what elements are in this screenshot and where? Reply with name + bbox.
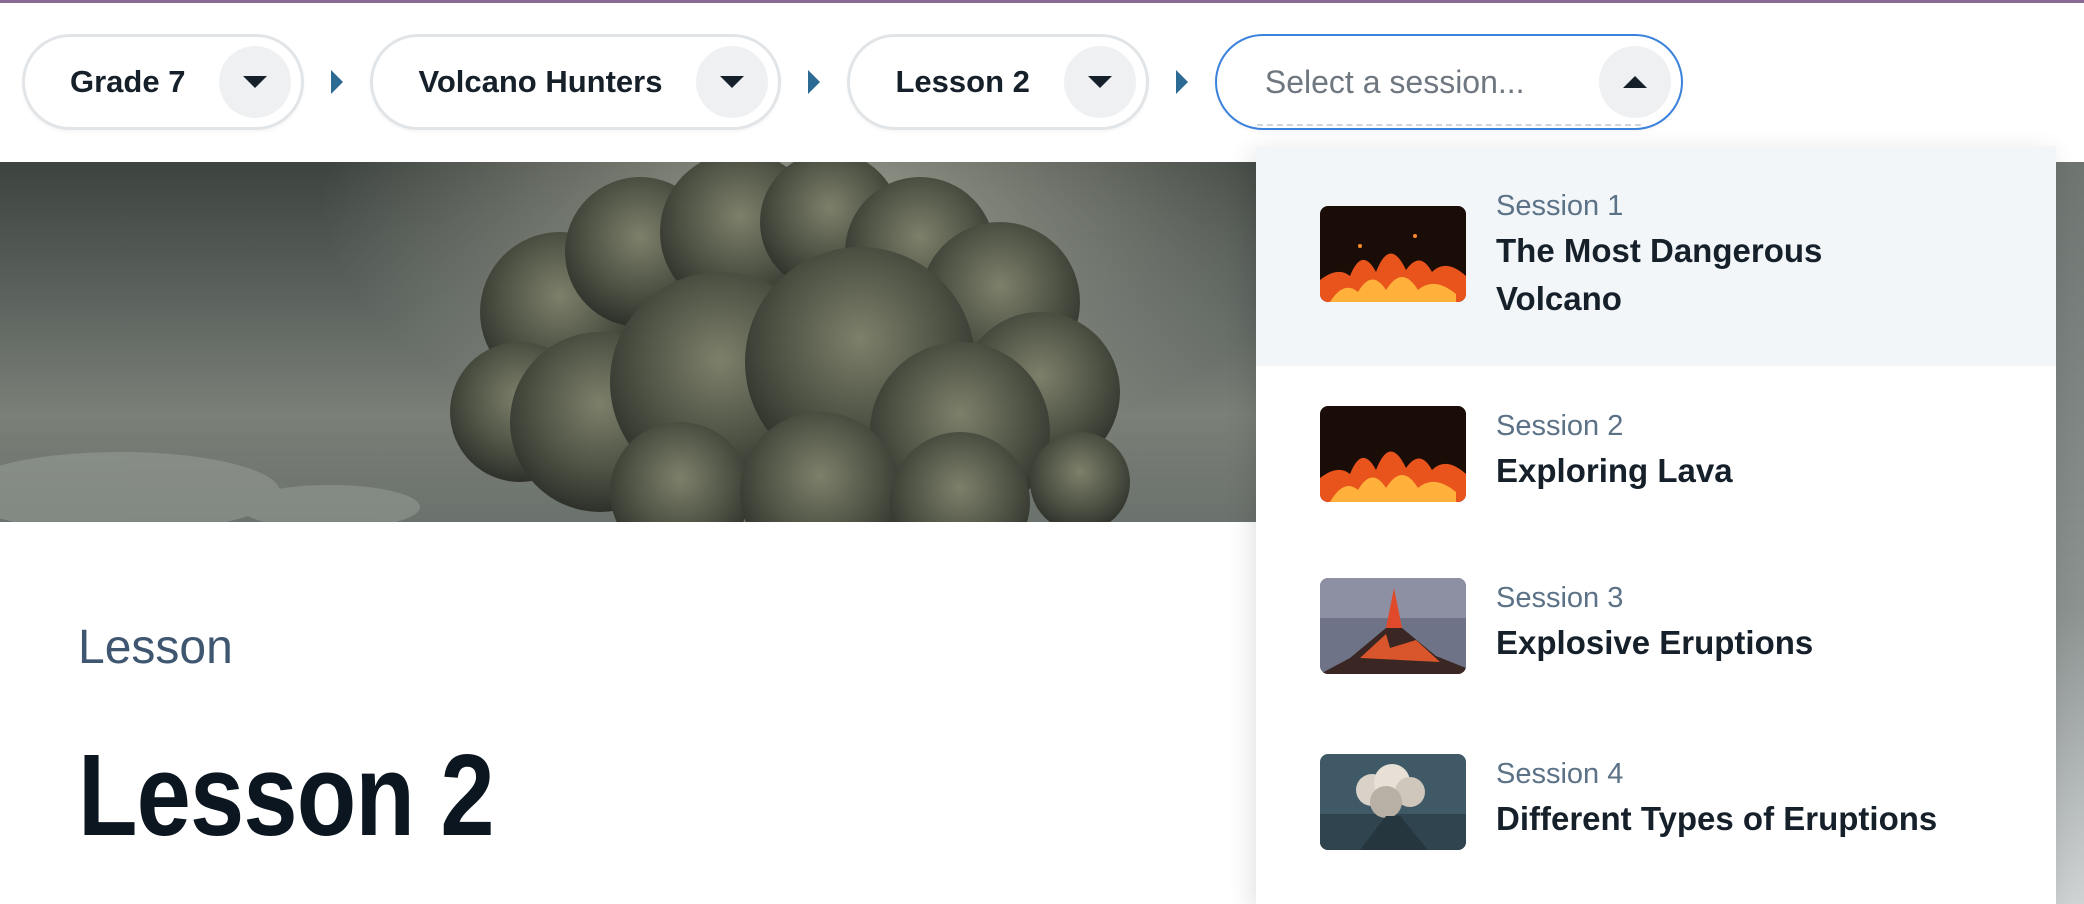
lesson-selector[interactable]: Lesson 2 [847, 34, 1149, 130]
unit-dropdown-button[interactable] [696, 46, 769, 118]
session-thumbnail [1320, 406, 1466, 502]
breadcrumb-separator [304, 70, 370, 94]
session-title: Exploring Lava [1496, 452, 1733, 489]
hero-image-edge [2056, 162, 2084, 904]
session-dropdown-button[interactable] [1598, 46, 1671, 118]
chevron-right-icon [331, 70, 344, 94]
session-number: Session 3 [1496, 582, 1624, 614]
session-title: Different Types of Eruptions [1496, 800, 1938, 837]
session-selector[interactable] [1214, 34, 1683, 130]
top-accent-line [0, 0, 2084, 3]
session-number: Session 4 [1496, 758, 1624, 790]
chevron-down-icon [720, 76, 745, 88]
session-thumbnail [1320, 754, 1466, 850]
session-option-3[interactable]: Session 3 Explosive Eruptions [1256, 542, 2056, 718]
session-title-line1: The Most Dangerous [1496, 232, 1823, 269]
session-number: Session 1 [1496, 190, 1624, 222]
chevron-right-icon [1175, 70, 1188, 94]
chevron-up-icon [1622, 76, 1647, 88]
session-thumbnail [1320, 206, 1466, 302]
ash-plume-image [1320, 754, 1466, 850]
grade-dropdown-button[interactable] [219, 46, 292, 118]
session-search-input[interactable] [1264, 63, 1565, 101]
session-option-text: Session 4 Different Types of Eruptions [1496, 758, 1937, 843]
section-eyebrow: Lesson [78, 621, 233, 674]
breadcrumb-separator [1149, 70, 1215, 94]
session-option-text: Session 1 The Most Dangerous Volcano [1496, 190, 1822, 323]
session-title-line2: Volcano [1496, 280, 1622, 317]
session-thumbnail [1320, 578, 1466, 674]
chevron-down-icon [243, 76, 268, 88]
session-option-4[interactable]: Session 4 Different Types of Eruptions [1256, 718, 2056, 904]
breadcrumb: Grade 7 Volcano Hunters Lesson 2 [22, 34, 1683, 130]
session-option-text: Session 3 Explosive Eruptions [1496, 582, 1813, 667]
unit-label: Volcano Hunters [418, 64, 663, 99]
page-title: Lesson 2 [78, 730, 495, 860]
session-option-2[interactable]: Session 2 Exploring Lava [1256, 366, 2056, 542]
chevron-down-icon [1087, 76, 1112, 88]
lesson-label: Lesson 2 [895, 64, 1030, 99]
session-dropdown-menu: Session 1 The Most Dangerous Volcano Ses… [1256, 146, 2056, 904]
input-focus-underline [1256, 124, 1641, 126]
erupting-volcano-image [1320, 578, 1466, 674]
lesson-dropdown-button[interactable] [1063, 46, 1136, 118]
session-option-1[interactable]: Session 1 The Most Dangerous Volcano [1256, 146, 2056, 366]
chevron-right-icon [808, 70, 821, 94]
lava-fire-image [1320, 406, 1466, 502]
unit-selector[interactable]: Volcano Hunters [370, 34, 782, 130]
session-number: Session 2 [1496, 410, 1624, 442]
session-title: Explosive Eruptions [1496, 624, 1814, 661]
grade-label: Grade 7 [70, 64, 186, 99]
session-option-text: Session 2 Exploring Lava [1496, 410, 1733, 495]
breadcrumb-separator [781, 70, 847, 94]
lava-fire-image [1320, 206, 1466, 302]
grade-selector[interactable]: Grade 7 [22, 34, 305, 130]
